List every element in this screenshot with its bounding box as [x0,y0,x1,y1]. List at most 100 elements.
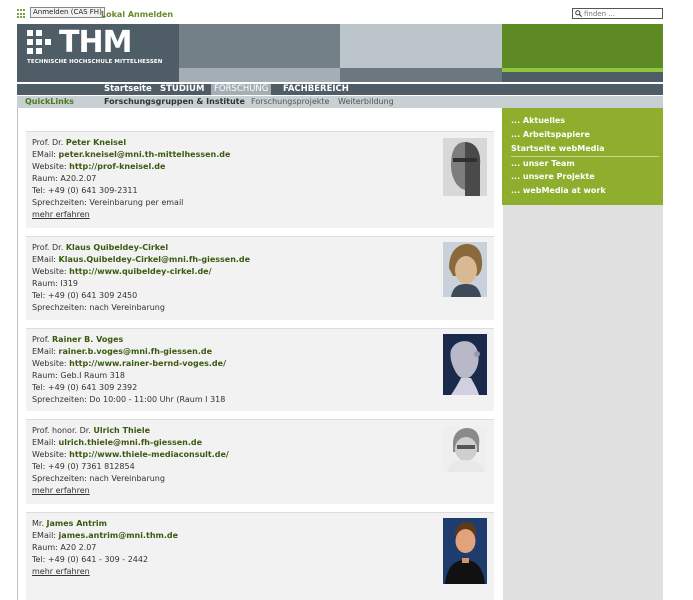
person-photo [443,242,487,297]
tel-value: +49 (0) 7361 812854 [47,462,135,471]
tel-value: +49 (0) 641 - 309 - 2442 [47,555,149,564]
person-card: Prof. Dr. Klaus Quibeldey-Cirkel EMail: … [26,236,494,320]
main-nav: Startseite STUDIUM FORSCHUNG FACHBEREICH [17,84,663,95]
search-icon[interactable] [575,10,582,17]
person-name: Rainer B. Voges [52,335,124,344]
tel-label: Tel: [32,291,46,300]
banner-block [502,24,663,68]
hours-value: Do 10:00 - 11:00 Uhr (Raum I 318 [89,395,226,404]
subnav-forschungsgruppen[interactable]: Forschungsgruppen & Institute [104,96,245,108]
banner-accent-stripe [502,68,663,72]
email-link[interactable]: rainer.b.voges@mni.fh-giessen.de [59,347,212,356]
person-heading: Prof. Dr. Peter Kneisel [32,138,126,147]
banner-block [179,68,340,82]
sidebar-item-webmedia-at-work[interactable]: ... webMedia at work [511,186,606,195]
search-input[interactable] [584,9,662,18]
email-label: EMail: [32,438,56,447]
thm-logo[interactable]: THM TECHNISCHE HOCHSCHULE MITTELHESSEN [17,24,179,82]
person-title: Prof. Dr. [32,138,64,147]
tel-value: +49 (0) 641 309-2311 [47,186,138,195]
room-value: A20 2.07 [60,543,97,552]
hours-label: Sprechzeiten: [32,474,87,483]
person-hours-row: Sprechzeiten: nach Vereinbarung [32,303,165,312]
sidebar-item-arbeitspapiere[interactable]: ... Arbeitspapiere [511,130,590,139]
tel-value: +49 (0) 641 309 2392 [47,383,138,392]
room-value: A20.2.07 [60,174,97,183]
email-label: EMail: [32,255,56,264]
person-email-row: EMail: peter.kneisel@mni.th-mittelhessen… [32,150,230,159]
person-hours-row: Sprechzeiten: nach Vereinbarung [32,474,165,483]
website-link[interactable]: http://www.quibeldey-cirkel.de/ [69,267,211,276]
apps-grid-icon[interactable] [17,9,27,19]
sidebar-item-unser-team[interactable]: ... unser Team [511,159,575,168]
tel-value: +49 (0) 641 309 2450 [47,291,138,300]
hours-value: Vereinbarung per email [89,198,184,207]
person-email-row: EMail: Klaus.Quibeldey-Cirkel@mni.fh-gie… [32,255,250,264]
website-label: Website: [32,450,67,459]
person-room-row: Raum: I319 [32,279,78,288]
person-photo [443,518,487,584]
subnav-weiterbildung[interactable]: Weiterbildung [338,96,394,108]
more-info-link[interactable]: mehr erfahren [32,210,90,219]
room-value: Geb.I Raum 318 [60,371,125,380]
person-name: Peter Kneisel [65,138,127,147]
local-login-link[interactable]: Lokal Anmelden [101,10,173,19]
sidebar-item-unsere-projekte[interactable]: ... unsere Projekte [511,172,595,181]
person-card: Prof. Rainer B. Voges EMail: rainer.b.vo… [26,328,494,411]
person-tel-row: Tel: +49 (0) 641 309 2450 [32,291,137,300]
hours-label: Sprechzeiten: [32,395,87,404]
website-link[interactable]: http://prof-kneisel.de [69,162,165,171]
person-hours-row: Sprechzeiten: Vereinbarung per email [32,198,183,207]
nav-fachbereich[interactable]: FACHBEREICH [283,84,349,95]
person-email-row: EMail: james.antrim@mni.thm.de [32,531,178,540]
email-link[interactable]: ulrich.thiele@mni.fh-giessen.de [59,438,203,447]
website-link[interactable]: http://www.thiele-mediaconsult.de/ [69,450,229,459]
banner-block [179,24,340,68]
person-heading: Prof. Dr. Klaus Quibeldey-Cirkel [32,243,168,252]
person-name: Ulrich Thiele [93,426,151,435]
person-website-row: Website: http://www.quibeldey-cirkel.de/ [32,267,212,276]
banner-block [340,68,502,82]
tel-label: Tel: [32,555,46,564]
sidebar-divider [511,156,659,157]
person-card: Prof. honor. Dr. Ulrich Thiele EMail: ul… [26,419,494,504]
email-label: EMail: [32,347,56,356]
tel-label: Tel: [32,462,46,471]
website-link[interactable]: http://www.rainer-bernd-voges.de/ [69,359,226,368]
person-title: Prof. [32,335,50,344]
person-photo [443,138,487,196]
email-link[interactable]: Klaus.Quibeldey-Cirkel@mni.fh-giessen.de [59,255,251,264]
person-website-row: Website: http://www.rainer-bernd-voges.d… [32,359,226,368]
person-name: James Antrim [46,519,107,528]
person-heading: Mr. James Antrim [32,519,107,528]
nav-forschung[interactable]: FORSCHUNG [211,84,272,95]
person-name: Klaus Quibeldey-Cirkel [65,243,169,252]
person-room-row: Raum: Geb.I Raum 318 [32,371,125,380]
sidebar-item-aktuelles[interactable]: ... Aktuelles [511,116,565,125]
sidebar-item-startseite-webmedia[interactable]: Startseite webMedia [511,144,605,153]
hours-label: Sprechzeiten: [32,198,87,207]
email-link[interactable]: peter.kneisel@mni.th-mittelhessen.de [59,150,231,159]
tel-label: Tel: [32,186,46,195]
person-photo [443,426,487,472]
person-tel-row: Tel: +49 (0) 641 309 2392 [32,383,137,392]
more-info-link[interactable]: mehr erfahren [32,486,90,495]
person-heading: Prof. Rainer B. Voges [32,335,123,344]
cas-login-button[interactable]: Anmelden (CAS FH) [30,7,105,18]
header-banner: THM TECHNISCHE HOCHSCHULE MITTELHESSEN [17,24,663,82]
more-info-link[interactable]: mehr erfahren [32,567,90,576]
person-photo [443,334,487,395]
search-box[interactable] [572,8,663,19]
email-link[interactable]: james.antrim@mni.thm.de [59,531,179,540]
hours-label: Sprechzeiten: [32,303,87,312]
website-label: Website: [32,359,67,368]
nav-studium[interactable]: STUDIUM [160,84,204,95]
tel-label: Tel: [32,383,46,392]
person-title: Prof. honor. Dr. [32,426,91,435]
subnav-forschungsprojekte[interactable]: Forschungsprojekte [251,96,329,108]
email-label: EMail: [32,531,56,540]
quicklinks-toggle[interactable]: QuickLinks [17,96,97,108]
person-email-row: EMail: ulrich.thiele@mni.fh-giessen.de [32,438,202,447]
nav-startseite[interactable]: Startseite [104,84,152,95]
person-card: Mr. James Antrim EMail: james.antrim@mni… [26,512,494,600]
